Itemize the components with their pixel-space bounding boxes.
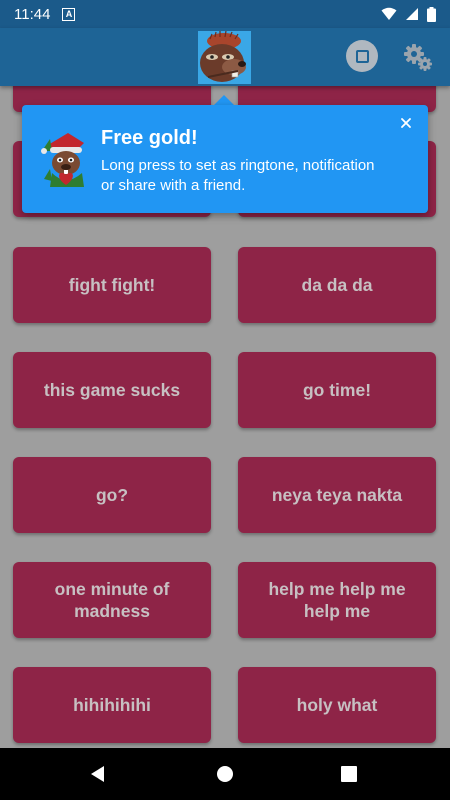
sound-button[interactable]: this game sucks [13,352,211,428]
stop-icon [355,49,369,63]
sound-button[interactable]: holy what [238,667,436,743]
sound-button[interactable]: go? [13,457,211,533]
sound-button[interactable]: help me help me help me [238,562,436,638]
status-time: 11:44 [14,5,51,23]
status-bar: 11:44 A [0,0,450,28]
beaver-avatar[interactable] [198,31,251,84]
notification-a-icon: A [62,7,76,21]
sound-button[interactable]: hihihihihi [13,667,211,743]
signal-icon [406,8,418,20]
sound-button[interactable]: fight fight! [13,247,211,323]
elf-beaver-icon [38,129,98,189]
settings-button[interactable] [402,41,434,73]
back-icon[interactable] [89,765,107,783]
sound-button[interactable]: go time! [238,352,436,428]
tooltip-text: Long press to set as ringtone, notificat… [101,157,375,194]
sound-button[interactable]: neya teya nakta [238,457,436,533]
free-gold-tooltip[interactable]: Free gold! Long press to set as ringtone… [22,105,428,213]
home-icon[interactable] [216,765,234,783]
recents-icon[interactable] [341,766,357,782]
close-icon[interactable] [398,115,414,131]
stop-button[interactable] [346,40,378,72]
settings-gear-icon [404,44,432,71]
sound-button[interactable]: one minute of madness [13,562,211,638]
battery-icon [427,6,436,22]
tooltip-title: Free gold! [101,127,198,149]
sound-button[interactable]: da da da [238,247,436,323]
app-bar [0,28,450,86]
navigation-bar [0,748,450,800]
wifi-icon [381,7,397,20]
